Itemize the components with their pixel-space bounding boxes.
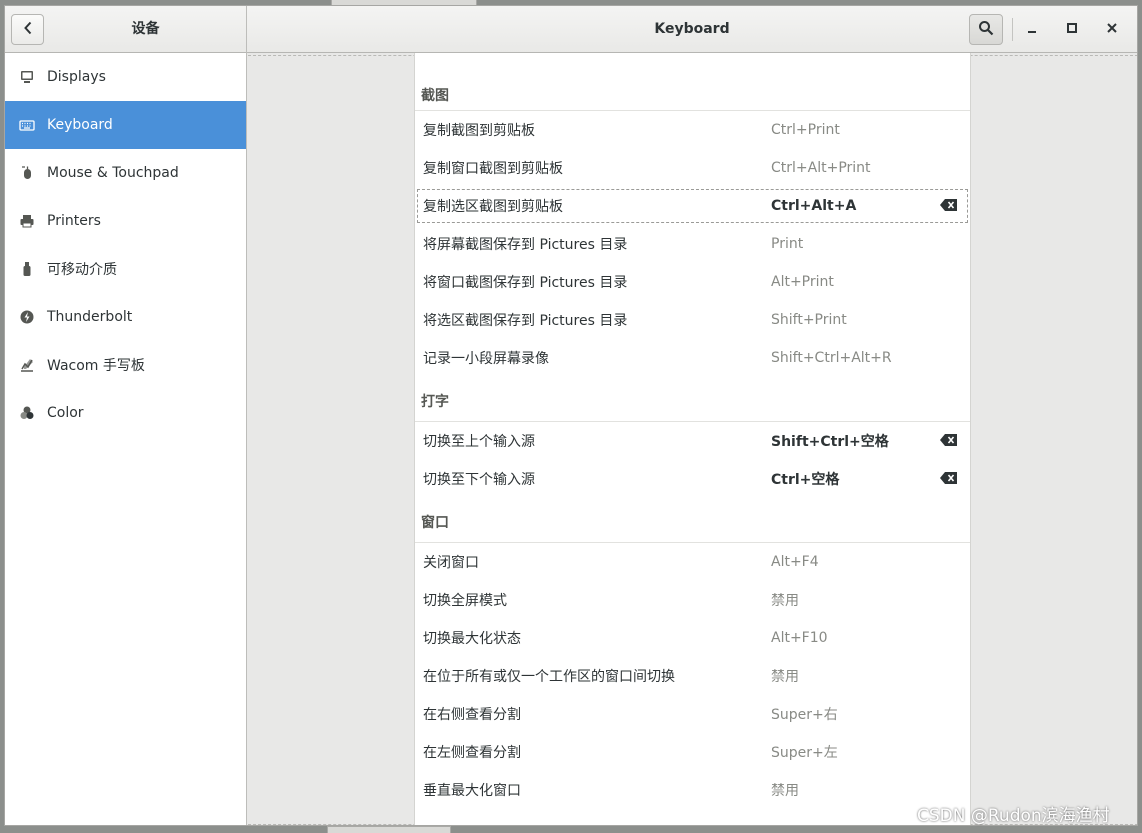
- printer-icon: [19, 213, 35, 229]
- section-header-typing: 打字: [415, 377, 970, 422]
- sidebar-item-keyboard[interactable]: Keyboard: [5, 101, 246, 149]
- back-button[interactable]: [11, 14, 44, 45]
- shortcut-row-focused[interactable]: 复制选区截图到剪贴板 Ctrl+Alt+A: [415, 187, 970, 225]
- shortcut-accel: 禁用: [771, 783, 799, 799]
- section-header-windows: 窗口: [415, 498, 970, 543]
- close-button[interactable]: [1100, 18, 1124, 42]
- sidebar-item-removable-media[interactable]: 可移动介质: [5, 245, 246, 293]
- sidebar-item-wacom[interactable]: Wacom 手写板: [5, 341, 246, 389]
- shortcut-row[interactable]: 在左侧查看分割 Super+左: [415, 733, 970, 771]
- sidebar-item-thunderbolt[interactable]: Thunderbolt: [5, 293, 246, 341]
- shortcut-accel: Print: [771, 236, 804, 252]
- shortcut-name: 复制窗口截图到剪贴板: [423, 161, 563, 177]
- tablet-icon: [19, 357, 35, 373]
- search-icon: [978, 20, 994, 40]
- shortcut-accel: Super+左: [771, 745, 838, 761]
- shortcut-name: 复制选区截图到剪贴板: [423, 199, 563, 215]
- shortcut-row[interactable]: 记录一小段屏幕录像 Shift+Ctrl+Alt+R: [415, 339, 970, 377]
- thunderbolt-icon: [19, 309, 35, 325]
- shortcut-row[interactable]: 切换最大化状态 Alt+F10: [415, 619, 970, 657]
- header-bar: 设备 Keyboard: [5, 6, 1137, 53]
- sidebar-item-label: Displays: [47, 69, 106, 85]
- shortcut-row[interactable]: 将选区截图保存到 Pictures 目录 Shift+Print: [415, 301, 970, 339]
- shortcut-name: 复制截图到剪贴板: [423, 123, 535, 139]
- sidebar-item-label: Keyboard: [47, 117, 113, 133]
- sidebar-item-label: Wacom 手写板: [47, 358, 145, 374]
- content-area: 截图 复制截图到剪贴板 Ctrl+Print 复制窗口截图到剪贴板 Ctrl+A…: [248, 53, 1137, 825]
- clear-shortcut-icon[interactable]: [940, 199, 958, 215]
- shortcut-name: 在右侧查看分割: [423, 707, 521, 723]
- watermark: CSDN @Rudon滨海渔村: [917, 806, 1110, 826]
- color-icon: [19, 405, 35, 421]
- shortcut-accel: Shift+Print: [771, 312, 847, 328]
- sidebar-item-label: Color: [47, 405, 84, 421]
- clear-shortcut-icon[interactable]: [940, 472, 958, 488]
- shortcut-name: 切换全屏模式: [423, 593, 507, 609]
- header-separator: [1012, 18, 1013, 41]
- shortcut-name: 切换至下个输入源: [423, 472, 535, 488]
- shortcut-name: 记录一小段屏幕录像: [423, 351, 549, 367]
- shortcut-accel: 禁用: [771, 593, 799, 609]
- sidebar-item-mouse-touchpad[interactable]: Mouse & Touchpad: [5, 149, 246, 197]
- shortcut-row[interactable]: 切换至下个输入源 Ctrl+空格: [415, 460, 970, 498]
- shortcut-name: 垂直最大化窗口: [423, 783, 521, 799]
- header-left-pane: 设备: [5, 6, 247, 53]
- shortcut-accel: Super+右: [771, 707, 838, 723]
- close-icon: [1106, 22, 1118, 38]
- shortcut-name: 在位于所有或仅一个工作区的窗口间切换: [423, 669, 675, 685]
- display-icon: [19, 69, 35, 85]
- shortcut-name: 关闭窗口: [423, 555, 479, 571]
- shortcut-accel: Alt+Print: [771, 274, 834, 290]
- section-header-screenshots: 截图: [415, 75, 970, 111]
- sidebar-item-label: Thunderbolt: [47, 309, 133, 325]
- shortcut-name: 切换最大化状态: [423, 631, 521, 647]
- clear-shortcut-icon[interactable]: [940, 434, 958, 450]
- shortcut-accel: Alt+F4: [771, 554, 819, 570]
- shortcut-row[interactable]: 在右侧查看分割 Super+右: [415, 695, 970, 733]
- shortcut-row[interactable]: 切换至上个输入源 Shift+Ctrl+空格: [415, 422, 970, 460]
- sidebar-item-color[interactable]: Color: [5, 389, 246, 437]
- shortcut-row[interactable]: 将屏幕截图保存到 Pictures 目录 Print: [415, 225, 970, 263]
- shortcut-row[interactable]: 复制截图到剪贴板 Ctrl+Print: [415, 111, 970, 149]
- panel-title: 设备: [131, 21, 160, 37]
- keyboard-icon: [19, 117, 35, 133]
- minimize-button[interactable]: [1020, 18, 1044, 42]
- maximize-icon: [1066, 22, 1078, 38]
- sidebar-item-printers[interactable]: Printers: [5, 197, 246, 245]
- shortcut-accel: Shift+Ctrl+空格: [771, 434, 889, 450]
- shortcut-name: 将窗口截图保存到 Pictures 目录: [423, 275, 628, 291]
- shortcut-accel: Ctrl+Alt+A: [771, 198, 857, 214]
- sidebar-item-label: 可移动介质: [47, 262, 117, 278]
- chevron-left-icon: [23, 21, 33, 39]
- shortcut-row[interactable]: 在位于所有或仅一个工作区的窗口间切换 禁用: [415, 657, 970, 695]
- sidebar: Displays Keyboard Mouse & Touchpad Print…: [5, 53, 247, 825]
- shortcut-accel: Alt+F10: [771, 630, 828, 646]
- shortcut-accel: Ctrl+Print: [771, 122, 840, 138]
- shortcut-accel: Shift+Ctrl+Alt+R: [771, 350, 892, 366]
- shortcut-row[interactable]: 关闭窗口 Alt+F4: [415, 543, 970, 581]
- mouse-icon: [19, 165, 35, 181]
- shortcut-list[interactable]: 截图 复制截图到剪贴板 Ctrl+Print 复制窗口截图到剪贴板 Ctrl+A…: [414, 53, 971, 825]
- shortcut-accel: 禁用: [771, 669, 799, 685]
- settings-window: 设备 Keyboard Displays Keyboard Mouse & To…: [4, 5, 1138, 826]
- shortcut-row[interactable]: 复制窗口截图到剪贴板 Ctrl+Alt+Print: [415, 149, 970, 187]
- maximize-button[interactable]: [1060, 18, 1084, 42]
- shortcut-name: 切换至上个输入源: [423, 434, 535, 450]
- sidebar-item-displays[interactable]: Displays: [5, 53, 246, 101]
- search-button[interactable]: [969, 14, 1003, 45]
- shortcut-name: 将选区截图保存到 Pictures 目录: [423, 313, 628, 329]
- shortcut-row[interactable]: 垂直最大化窗口 禁用: [415, 771, 970, 809]
- minimize-icon: [1026, 22, 1038, 38]
- shortcut-accel: Ctrl+空格: [771, 472, 840, 488]
- shortcut-name: 将屏幕截图保存到 Pictures 目录: [423, 237, 628, 253]
- shortcut-row[interactable]: 将窗口截图保存到 Pictures 目录 Alt+Print: [415, 263, 970, 301]
- background-window-tab: [327, 826, 451, 833]
- sidebar-item-label: Mouse & Touchpad: [47, 165, 179, 181]
- usb-drive-icon: [19, 261, 35, 277]
- shortcut-name: 在左侧查看分割: [423, 745, 521, 761]
- shortcut-accel: Ctrl+Alt+Print: [771, 160, 871, 176]
- sidebar-item-label: Printers: [47, 213, 101, 229]
- list-item-partial: [415, 53, 970, 75]
- shortcut-row[interactable]: 切换全屏模式 禁用: [415, 581, 970, 619]
